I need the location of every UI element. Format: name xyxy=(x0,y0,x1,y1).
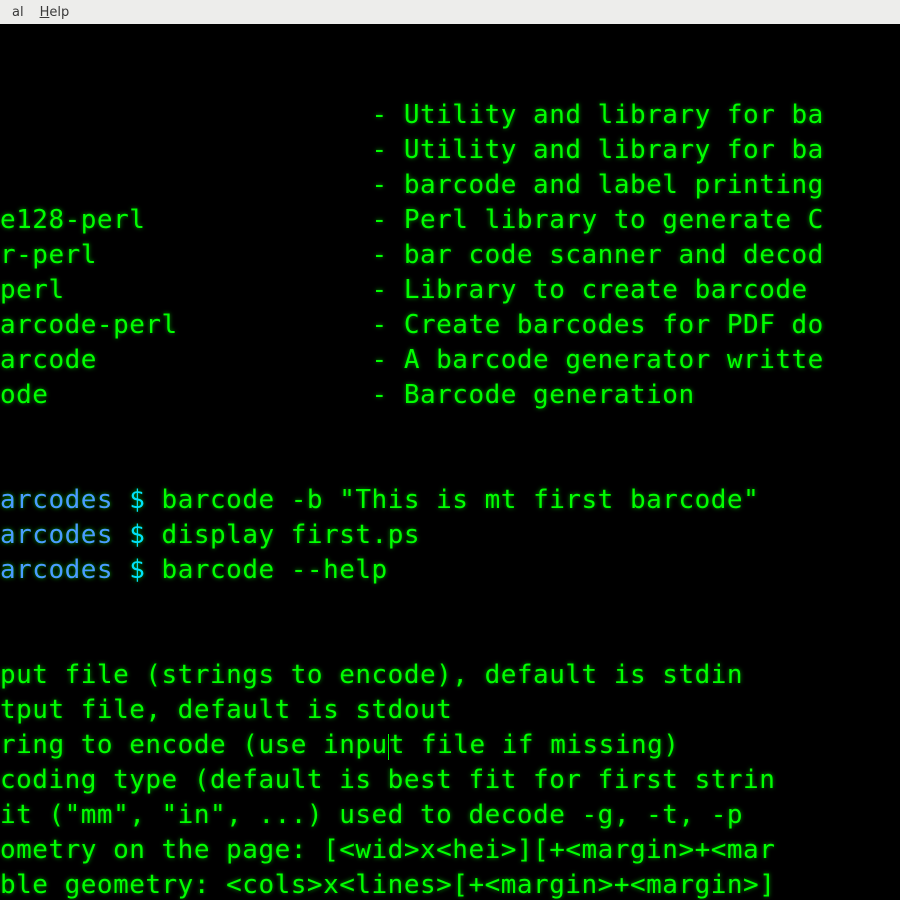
menu-item-help[interactable]: Help xyxy=(32,3,78,22)
package-row: arcode - A barcode generator writte xyxy=(0,343,900,378)
package-row: - Utility and library for ba xyxy=(0,98,900,133)
prompt-command: barcode --help xyxy=(162,555,388,585)
prompt-separator: $ xyxy=(113,520,161,550)
help-line: ble geometry: <cols>x<lines>[+<margin>+<… xyxy=(0,868,900,900)
prompt-lines: arcodes $ barcode -b "This is mt first b… xyxy=(0,483,900,588)
package-row: r-perl - bar code scanner and decod xyxy=(0,238,900,273)
prompt-command: barcode -b "This is mt first barcode" xyxy=(162,485,776,515)
help-line: ometry on the page: [<wid>x<hei>][+<marg… xyxy=(0,833,900,868)
help-line: ring to encode (use input file if missin… xyxy=(0,728,900,763)
help-output: put file (strings to encode), default is… xyxy=(0,658,900,900)
help-line: put file (strings to encode), default is… xyxy=(0,658,900,693)
help-line: tput file, default is stdout xyxy=(0,693,900,728)
prompt-line: arcodes $ barcode -b "This is mt first b… xyxy=(0,483,900,518)
prompt-command: display first.ps xyxy=(162,520,420,550)
help-line: it ("mm", "in", ...) used to decode -g, … xyxy=(0,798,900,833)
package-row: - barcode and label printing xyxy=(0,168,900,203)
package-list: - Utility and library for ba - Utility a… xyxy=(0,98,900,413)
prompt-line: arcodes $ display first.ps xyxy=(0,518,900,553)
menu-item-help-rest: elp xyxy=(49,5,69,20)
menubar: al Help xyxy=(0,0,900,24)
prompt-path: arcodes xyxy=(0,555,113,585)
prompt-separator: $ xyxy=(113,555,161,585)
package-row: ode - Barcode generation xyxy=(0,378,900,413)
prompt-line: arcodes $ barcode --help xyxy=(0,553,900,588)
prompt-path: arcodes xyxy=(0,520,113,550)
menu-item-terminal[interactable]: al xyxy=(4,3,32,22)
prompt-separator: $ xyxy=(113,485,161,515)
package-row: perl - Library to create barcode xyxy=(0,273,900,308)
package-row: arcode-perl - Create barcodes for PDF do xyxy=(0,308,900,343)
package-row: e128-perl - Perl library to generate C xyxy=(0,203,900,238)
package-row: - Utility and library for ba xyxy=(0,133,900,168)
help-line: coding type (default is best fit for fir… xyxy=(0,763,900,798)
terminal-viewport[interactable]: - Utility and library for ba - Utility a… xyxy=(0,24,900,900)
prompt-path: arcodes xyxy=(0,485,113,515)
